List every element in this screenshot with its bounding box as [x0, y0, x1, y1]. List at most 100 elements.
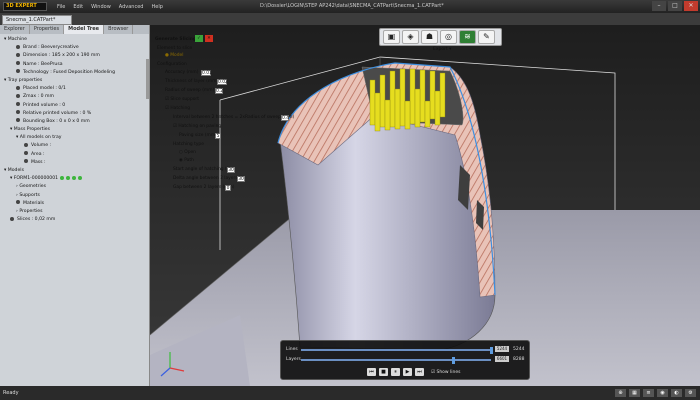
layers-slider-thumb[interactable]	[451, 357, 455, 364]
cancel-button[interactable]: ✕	[205, 35, 213, 42]
maximize-button[interactable]: □	[668, 1, 682, 11]
close-button[interactable]: ✕	[684, 1, 698, 11]
tree-machine[interactable]: ▾ Machine	[2, 36, 149, 44]
play-icon[interactable]: ▶	[403, 368, 412, 376]
tree-item[interactable]: Area :	[2, 151, 149, 159]
menu-window[interactable]: Window	[91, 4, 111, 10]
tree-properties[interactable]: › Properties	[2, 208, 149, 216]
tab-explorer[interactable]: Explorer	[0, 25, 30, 34]
tree-item[interactable]: Brand : Beeverycreative	[2, 44, 149, 52]
tree-item[interactable]: Mass :	[2, 159, 149, 167]
first-layer-icon[interactable]: ⏮	[367, 368, 376, 376]
delta-angle-field[interactable]: 30	[237, 176, 245, 182]
title-bar: 3D EXPERT File Edit Window Advanced Help…	[0, 0, 700, 13]
tree-item[interactable]: Zmax : 0 mm	[2, 93, 149, 101]
thickness-field[interactable]: 0.02	[217, 79, 228, 85]
cube-tool-icon[interactable]: ▣	[383, 30, 400, 44]
menu-file[interactable]: File	[57, 4, 65, 10]
interval-field[interactable]: 0.4	[281, 115, 289, 121]
layers-slider[interactable]	[301, 359, 491, 361]
thickness-label: Thickness of layer (mm)	[165, 79, 219, 84]
tree-machine-label: Machine	[7, 37, 28, 42]
tree-materials[interactable]: Materials	[2, 200, 149, 208]
slicing-dialog: Generate Slicing ✓ ✕ Element to slice ● …	[153, 35, 295, 196]
left-panel: Explorer Properties Model Tree Browser ▾…	[0, 25, 150, 386]
lines-slider-thumb[interactable]	[489, 347, 493, 354]
document-tab-bar: Snecma_1.CATPart*	[0, 13, 700, 25]
window-controls: – □ ✕	[650, 1, 698, 11]
radius-field[interactable]: 0.2	[215, 88, 223, 94]
tree-item[interactable]: Bounding Box : 0 x 0 x 0 mm	[2, 118, 149, 126]
support-tool-icon[interactable]: ☗	[421, 30, 438, 44]
view-tool-icon[interactable]: ◎	[440, 30, 457, 44]
panel-scrollbar[interactable]	[146, 59, 149, 99]
status-bar: Ready ⊕ ▦ ≡ ◉ ◐ ⚙	[0, 386, 700, 400]
tree-item[interactable]: Name : BeePrusa	[2, 61, 149, 69]
slice-tool-icon[interactable]: ≋	[459, 30, 476, 44]
lines-slider[interactable]	[301, 349, 491, 351]
pause-icon[interactable]: ⏸	[391, 368, 400, 376]
dialog-title: Generate Slicing	[155, 37, 196, 42]
status-icons: ⊕ ▦ ≡ ◉ ◐ ⚙	[612, 389, 696, 397]
app-logo: 3D EXPERT	[3, 2, 47, 11]
model-tree: ▾ Machine Brand : Beeverycreative Dimens…	[0, 34, 149, 224]
configuration-label: Configuration	[157, 62, 187, 67]
menu-advanced[interactable]: Advanced	[119, 4, 144, 10]
layers-max: 8288	[513, 357, 525, 362]
slicing-toolbar: ▣ ◈ ☗ ◎ ≋ ✎	[379, 28, 502, 46]
tree-supports[interactable]: › Supports	[2, 192, 149, 200]
minimize-button[interactable]: –	[652, 1, 666, 11]
model-chip[interactable]: ● Model	[165, 53, 183, 58]
tree-item[interactable]: Relative printed volume : 0 %	[2, 110, 149, 118]
gap-field[interactable]: 0	[225, 185, 231, 191]
open-radio[interactable]: ○ Open	[179, 150, 196, 155]
tab-model-tree[interactable]: Model Tree	[64, 25, 105, 34]
hatching-paving-checkbox[interactable]: ☑ Hatching on paving	[173, 124, 221, 129]
tree-item[interactable]: Printed volume : 0	[2, 102, 149, 110]
document-tab[interactable]: Snecma_1.CATPart*	[2, 15, 72, 25]
tree-form[interactable]: ▾ FORM1-000000001	[2, 175, 149, 183]
menu-edit[interactable]: Edit	[73, 4, 83, 10]
path-radio[interactable]: ◉ Path	[179, 158, 194, 163]
start-angle-field[interactable]: 30	[227, 167, 235, 173]
render-icon[interactable]: ◐	[671, 389, 682, 397]
tab-properties[interactable]: Properties	[30, 25, 65, 34]
show-lines-checkbox[interactable]: ☑ Show lines	[431, 370, 461, 375]
last-layer-icon[interactable]: ⏭	[415, 368, 424, 376]
layer-player: Lines 5244 5244 Layers 6601 8288 ⏮ ■ ⏸ ▶…	[280, 340, 530, 380]
paving-field[interactable]: 5	[215, 133, 221, 139]
tree-item[interactable]: Technology : Fused Deposition Modeling	[2, 69, 149, 77]
settings-icon[interactable]: ⚙	[685, 389, 696, 397]
box-tool-icon[interactable]: ◈	[402, 30, 419, 44]
export-button[interactable]: Export ▾	[433, 47, 451, 52]
tree-mass[interactable]: ▾ Mass Properties	[2, 126, 149, 134]
radius-label: Radius of sweep (mm)	[165, 88, 215, 93]
tree-all-models[interactable]: ▾ All models on tray	[2, 134, 149, 142]
edit-tool-icon[interactable]: ✎	[478, 30, 495, 44]
menu-help[interactable]: Help	[151, 4, 162, 10]
lines-value[interactable]: 5244	[495, 346, 509, 352]
grid-icon[interactable]: ▦	[629, 389, 640, 397]
tab-browser[interactable]: Browser	[104, 25, 134, 34]
tree-item[interactable]: Volume :	[2, 142, 149, 150]
ok-button[interactable]: ✓	[195, 35, 203, 42]
tree-item[interactable]: Placed model : 0/1	[2, 85, 149, 93]
tree-geometries[interactable]: › Geometries	[2, 183, 149, 191]
tree-tray[interactable]: ▾ Tray properties	[2, 77, 149, 85]
accuracy-field[interactable]: 0.01	[201, 70, 212, 76]
lines-label: Lines	[286, 347, 298, 352]
tree-slices[interactable]: Slices : 0,02 mm	[2, 216, 149, 224]
layers-icon[interactable]: ≡	[643, 389, 654, 397]
lines-max: 5244	[513, 347, 525, 352]
menu-bar: File Edit Window Advanced Help	[57, 4, 171, 10]
interval-label: Interval between 2 hatches = 2xRadius of…	[173, 115, 295, 120]
camera-icon[interactable]: ◉	[657, 389, 668, 397]
hatching-checkbox[interactable]: ☑ Hatching	[165, 106, 190, 111]
tree-models[interactable]: ▾ Models	[2, 167, 149, 175]
tree-item[interactable]: Dimension : 185 x 200 x 190 mm	[2, 52, 149, 60]
snap-icon[interactable]: ⊕	[615, 389, 626, 397]
slice-support-checkbox[interactable]: ☑ Slice support	[165, 97, 199, 102]
accuracy-label: Accuracy (mm)	[165, 70, 199, 75]
stop-icon[interactable]: ■	[379, 368, 388, 376]
layers-value[interactable]: 6601	[495, 356, 509, 362]
